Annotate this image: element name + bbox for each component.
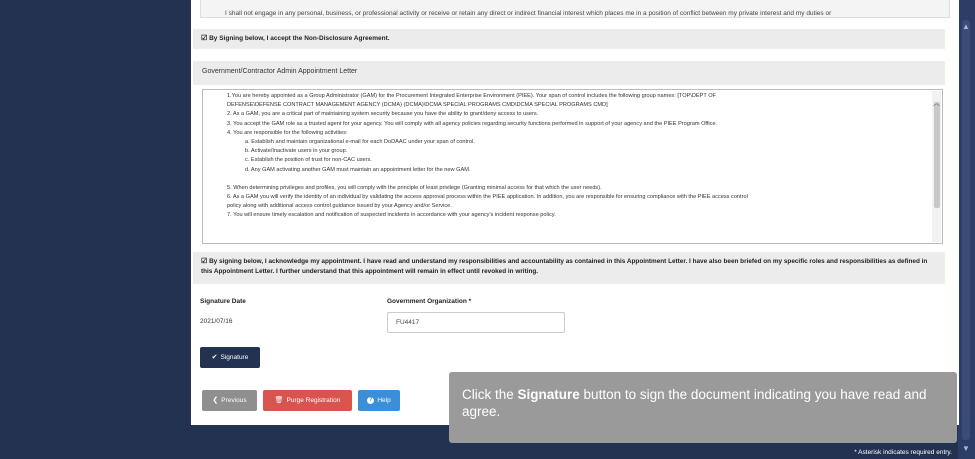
letter-spacer (227, 175, 927, 184)
purge-button-label: Purge Registration (286, 397, 341, 404)
signature-date-label: Signature Date (200, 298, 246, 305)
check-square-icon: ☑ (201, 35, 208, 42)
letter-scroll-thumb[interactable] (934, 102, 940, 208)
help-button-label: Help (377, 397, 391, 404)
letter-line: DEFENSE\DEFENSE CONTRACT MANAGEMENT AGEN… (227, 102, 608, 109)
check-square-icon: ☑ (201, 258, 208, 265)
scroll-up-icon[interactable]: ▲ (961, 22, 971, 32)
letter-sub-item: a. Establish and maintain organizational… (245, 139, 475, 146)
letter-line: 3. You accept the GAM role as a trusted … (227, 120, 718, 127)
scroll-down-icon[interactable]: ▼ (961, 444, 971, 454)
check-icon: ✔ (211, 354, 218, 361)
window-scrollbar[interactable] (962, 20, 970, 440)
purge-registration-button[interactable]: 🗑 Purge Registration (263, 390, 352, 411)
letter-sub-item: b. Activate/Inactivate users in your gro… (245, 148, 348, 155)
nda-accept-statement: ☑ By Signing below, I accept the Non-Dis… (193, 29, 945, 49)
signature-button-label: Signature (220, 354, 249, 361)
tooltip-prefix: Click the (462, 387, 518, 402)
letter-line: 7. You will ensure timely escalation and… (227, 212, 556, 219)
gov-org-label: Government Organization * (387, 298, 472, 305)
question-circle-icon: ? (367, 397, 375, 404)
trash-icon: 🗑 (274, 397, 284, 404)
help-button[interactable]: ? Help (358, 390, 400, 411)
previous-button[interactable]: ❮ Previous (202, 390, 257, 411)
letter-line: 2. As a GAM, you are a critical part of … (227, 111, 539, 118)
gov-org-input[interactable]: FU4417 (387, 312, 565, 333)
chevron-up-icon[interactable]: ︿ (932, 98, 941, 108)
letter-line: policy along with additional access cont… (227, 203, 452, 210)
chevron-left-icon: ❮ (212, 397, 219, 404)
previous-button-label: Previous (221, 397, 247, 404)
instruction-tooltip: Click the Signature button to sign the d… (449, 372, 957, 443)
appointment-letter-heading: Government/Contractor Admin Appointment … (193, 61, 945, 85)
letter-line: 4. You are responsible for the following… (227, 129, 348, 136)
appointment-letter-textarea[interactable]: 1.You are hereby appointed as a Group Ad… (202, 89, 943, 244)
appointment-ack-statement: ☑ By signing below, I acknowledge my app… (193, 252, 945, 284)
nda-text-box: I shall not engage in any personal, busi… (200, 0, 950, 18)
required-entry-note: * Asterisk indicates required entry. (854, 449, 952, 456)
appointment-ack-text: By signing below, I acknowledge my appoi… (201, 258, 928, 275)
appointment-letter-content: 1.You are hereby appointed as a Group Ad… (227, 92, 927, 221)
appointment-letter-title: Government/Contractor Admin Appointment … (202, 68, 358, 75)
letter-line: 5. When determining privileges and profi… (227, 184, 602, 191)
letter-line: 6. As a GAM you will verify the identity… (227, 194, 748, 201)
tooltip-bold: Signature (517, 387, 580, 402)
gov-org-value: FU4417 (396, 319, 420, 326)
letter-sub-item: d. Any GAM activating another GAM must m… (245, 166, 471, 173)
letter-line: 1.You are hereby appointed as a Group Ad… (227, 93, 716, 99)
letter-sub-item: c. Establish the position of trust for n… (245, 157, 372, 164)
nda-last-line: I shall not engage in any personal, busi… (225, 10, 832, 17)
signature-date-value: 2021/07/16 (200, 318, 233, 325)
nda-accept-text: By Signing below, I accept the Non-Discl… (209, 35, 390, 42)
signature-button[interactable]: ✔ Signature (200, 347, 260, 368)
